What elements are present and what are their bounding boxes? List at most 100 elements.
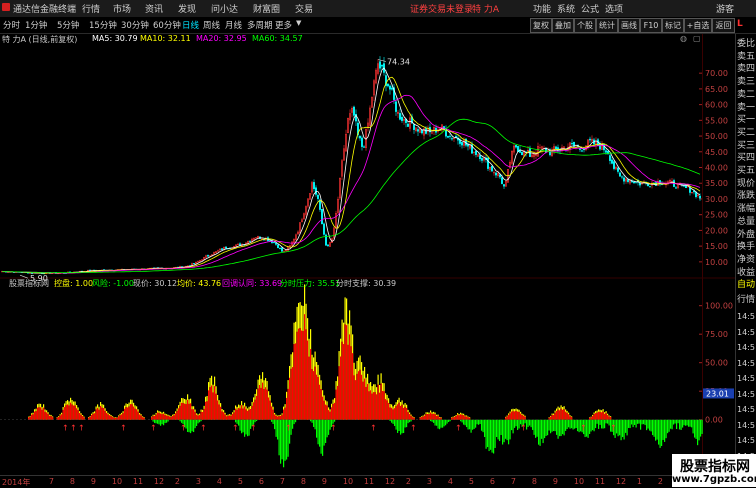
- price-tick-label: 15.00: [705, 242, 728, 251]
- period-60min[interactable]: 60分钟: [153, 19, 181, 31]
- indicator-bar-red: [292, 367, 294, 420]
- indicator-bar-red: [397, 404, 399, 420]
- toolbar-f10[interactable]: F10: [640, 18, 662, 33]
- indicator-bar-red: [335, 389, 337, 420]
- indicator-bar-red: [596, 412, 598, 420]
- indicator-bar-red: [383, 391, 385, 420]
- indicator-bar-green: [433, 419, 435, 423]
- period-weekly[interactable]: 周线: [203, 19, 220, 31]
- indicator-bar-green: [466, 419, 468, 428]
- indicator-bar-green: [514, 419, 516, 428]
- indicator-bar-red: [305, 329, 307, 420]
- indicator-bar-red: [380, 383, 382, 420]
- side-panel-label[interactable]: L: [737, 19, 756, 29]
- indicator-bar-red: [50, 415, 52, 420]
- time-axis-label: 11: [594, 477, 606, 486]
- toolbar-huaxian[interactable]: 画线: [618, 18, 640, 33]
- indicator-chart[interactable]: 100.0075.0050.0025.000.0023.01↑↑↑↑↑↑↑↑↑↑…: [0, 284, 734, 468]
- menu-gongneng[interactable]: 功能: [533, 2, 551, 15]
- indicator-bar-red: [433, 413, 435, 420]
- buy-signal-arrow: ↑: [120, 424, 127, 433]
- menu-caifuquan[interactable]: 财富圈: [253, 2, 280, 15]
- candle-body: [449, 135, 451, 137]
- period-more[interactable]: 更多: [275, 19, 292, 31]
- indicator-bar-green: [407, 419, 409, 424]
- indicator-bar-red: [302, 330, 304, 420]
- toolbar-gegu[interactable]: 个股: [574, 18, 596, 33]
- period-daily[interactable]: 日线: [182, 19, 199, 31]
- indicator-bar-green: [295, 419, 297, 423]
- period-fenshi[interactable]: 分时: [3, 19, 20, 31]
- trade-login-notice[interactable]: 证券交易未登录: [410, 2, 473, 15]
- indicator-bar-green: [181, 419, 183, 423]
- indicator-bar-green: [187, 419, 189, 432]
- menu-jiaoyi[interactable]: 交易: [295, 2, 313, 15]
- candle-body: [579, 148, 581, 150]
- indicator-bar-green: [505, 419, 507, 439]
- menu-hangqing[interactable]: 行情: [82, 2, 100, 15]
- indicator-bar-red: [377, 384, 379, 420]
- indicator-bar-red: [142, 417, 144, 420]
- price-tick-label: 55.00: [705, 116, 728, 125]
- candle-body: [379, 61, 381, 69]
- indicator-bar-green: [535, 419, 537, 438]
- indicator-bar-green: [400, 419, 402, 435]
- period-30min[interactable]: 30分钟: [121, 19, 149, 31]
- menu-shichang[interactable]: 市场: [113, 2, 131, 15]
- menu-xuanxiang[interactable]: 选项: [605, 2, 623, 15]
- candle-body: [387, 83, 389, 87]
- indicator-bar-green: [401, 419, 403, 434]
- period-monthly[interactable]: 月线: [225, 19, 242, 31]
- indicator-bar-red: [175, 413, 177, 420]
- indicator-bar-green: [443, 419, 445, 427]
- watermark-title: 股票指标网: [680, 459, 750, 475]
- indicator-bar-red: [139, 414, 141, 420]
- menu-xitong[interactable]: 系统: [557, 2, 575, 15]
- period-1min[interactable]: 1分钟: [25, 19, 47, 31]
- indicator-bar-red: [358, 371, 360, 420]
- indicator-bar-green: [577, 419, 579, 432]
- toolbar-biaoji[interactable]: 标记: [662, 18, 684, 33]
- indicator-bar-red: [601, 412, 603, 420]
- indicator-bar-green: [553, 419, 555, 432]
- indicator-bar-red: [190, 403, 192, 420]
- period-5min[interactable]: 5分钟: [57, 19, 79, 31]
- indicator-bar-green: [572, 419, 574, 430]
- indicator-bar-red: [362, 381, 364, 420]
- menu-gongshi[interactable]: 公式: [581, 2, 599, 15]
- toolbar-zixuan[interactable]: +自选: [684, 18, 712, 33]
- toolbar-fanhui[interactable]: 返回: [712, 18, 735, 33]
- toolbar-tongji[interactable]: 统计: [596, 18, 618, 33]
- indicator-bar-green: [490, 419, 492, 450]
- indicator-bar-green: [484, 419, 486, 438]
- indicator-bar-green: [446, 419, 448, 424]
- period-multi[interactable]: 多周期: [247, 19, 273, 31]
- time-axis-label: 8: [69, 477, 75, 486]
- menu-youke[interactable]: 游客: [716, 2, 734, 15]
- indicator-bar-red: [256, 395, 258, 420]
- indicator-bar-green: [247, 419, 249, 437]
- indicator-bar-green: [242, 419, 244, 433]
- menu-faxian[interactable]: 发现: [178, 2, 196, 15]
- period-15min[interactable]: 15分钟: [89, 19, 117, 31]
- buy-signal-arrow: ↑: [455, 424, 462, 433]
- menu-wenxiaoda[interactable]: 问小达: [211, 2, 238, 15]
- candle-body: [619, 172, 621, 177]
- toolbar-diejia[interactable]: 叠加: [552, 18, 574, 33]
- indicator-bar-red: [59, 415, 61, 420]
- indicator-name[interactable]: 股票指标网: [9, 278, 49, 289]
- indicator-bar-green: [473, 419, 475, 429]
- indicator-bar-red: [167, 415, 169, 420]
- toolbar-fuquan[interactable]: 复权: [530, 18, 552, 33]
- menu-zixun[interactable]: 资讯: [145, 2, 163, 15]
- candle-body: [313, 182, 315, 190]
- indicator-bar-red: [161, 414, 163, 420]
- indicator-bar-red: [353, 375, 355, 420]
- indicator-bar-red: [188, 403, 190, 420]
- indicator-bar-red: [463, 415, 465, 420]
- candle-body: [381, 64, 383, 67]
- more-arrow-icon[interactable]: ▼: [296, 19, 301, 27]
- indicator-bar-red: [98, 409, 100, 420]
- indicator-bar-red: [220, 406, 222, 420]
- indicator-bar-red: [95, 409, 97, 420]
